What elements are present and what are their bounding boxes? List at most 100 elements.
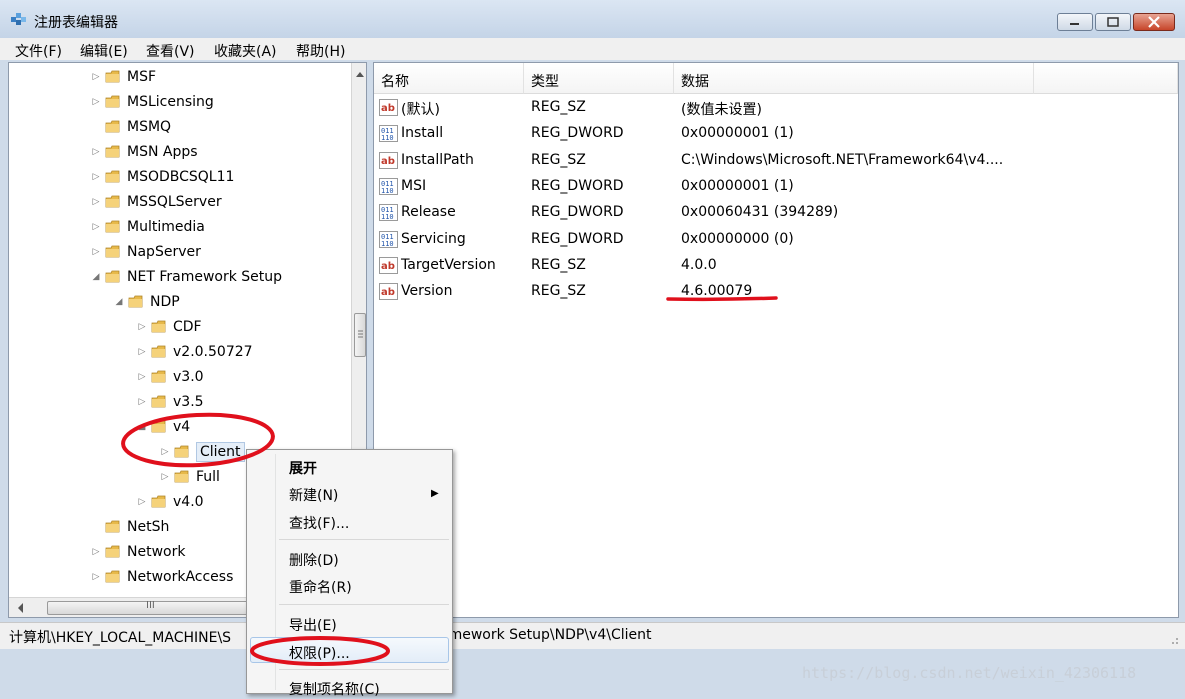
svg-text:110: 110 [381, 134, 394, 142]
expand-arrow-icon[interactable]: ▷ [91, 547, 101, 557]
tree-item-label: MSN Apps [127, 144, 198, 160]
values-pane[interactable]: 名称 类型 数据 ab (默认) REG_SZ (数值未设置) 011 110 Instal… [373, 62, 1179, 618]
scroll-left-icon[interactable] [13, 599, 27, 617]
expand-arrow-icon[interactable]: ▷ [160, 447, 170, 457]
tree-item[interactable]: ▷ NapServer [91, 240, 201, 264]
folder-icon [174, 470, 190, 484]
value-row[interactable]: ab Version REG_SZ 4.6.00079 [374, 279, 1174, 305]
string-value-icon: ab [379, 151, 398, 169]
binary-value-icon: 011 110 [379, 230, 398, 248]
ctx-rename[interactable]: 重命名(R) [289, 577, 352, 597]
expand-arrow-icon[interactable]: ▷ [91, 197, 101, 207]
tree-item[interactable]: ▷ NetworkAccess [91, 565, 234, 589]
expand-arrow-icon[interactable]: ▷ [137, 372, 147, 382]
menu-edit[interactable]: 编辑(E) [80, 41, 128, 61]
resize-grip-icon[interactable] [1166, 632, 1180, 646]
expand-arrow-icon[interactable]: ▷ [91, 172, 101, 182]
expand-arrow-icon[interactable]: ▷ [137, 497, 147, 507]
value-row[interactable]: ab (默认) REG_SZ (数值未设置) [374, 95, 1174, 121]
folder-icon [151, 370, 167, 384]
tree-item[interactable]: ▷ MSLicensing [91, 90, 214, 114]
expand-arrow-icon[interactable]: ▷ [91, 572, 101, 582]
tree-item[interactable]: MSMQ [91, 115, 171, 139]
tree-item[interactable]: ◢ v4 [137, 415, 191, 439]
value-data: 0x00000001 (1) [681, 177, 794, 194]
minimize-icon [1070, 23, 1079, 25]
ctx-new[interactable]: 新建(N) [289, 485, 338, 505]
collapse-arrow-icon[interactable]: ◢ [114, 297, 124, 307]
tree-item[interactable]: ▷ CDF [137, 315, 202, 339]
expand-arrow-icon[interactable]: ▷ [160, 472, 170, 482]
column-header-data[interactable]: 数据 [674, 63, 1034, 94]
column-header-name[interactable]: 名称 [374, 63, 524, 94]
tree-item[interactable]: NetSh [91, 515, 169, 539]
expand-arrow-icon[interactable]: ▷ [91, 97, 101, 107]
value-row[interactable]: ab InstallPath REG_SZ C:\Windows\Microsoft.… [374, 148, 1174, 174]
tree-item[interactable]: ▷ v4.0 [137, 490, 204, 514]
tree-item[interactable]: ◢ NDP [114, 290, 180, 314]
ctx-delete[interactable]: 删除(D) [289, 550, 339, 570]
tree-item-label: v4.0 [173, 494, 204, 510]
maximize-button[interactable] [1095, 13, 1131, 31]
ctx-permissions[interactable]: 权限(P)... [289, 643, 350, 663]
tree-item[interactable]: ▷ v2.0.50727 [137, 340, 253, 364]
folder-icon [151, 345, 167, 359]
tree-item[interactable]: ◢ NET Framework Setup [91, 265, 283, 289]
expand-arrow-icon[interactable]: ▷ [137, 347, 147, 357]
column-header-type[interactable]: 类型 [524, 63, 674, 94]
value-row[interactable]: ab TargetVersion REG_SZ 4.0.0 [374, 253, 1174, 279]
tree-item[interactable]: ▷ Client [160, 440, 245, 464]
folder-icon [151, 395, 167, 409]
tree-item[interactable]: ▷ MSN Apps [91, 140, 198, 164]
context-menu-separator [279, 539, 449, 540]
minimize-button[interactable] [1057, 13, 1093, 31]
collapse-arrow-icon[interactable]: ◢ [137, 422, 147, 432]
expand-arrow-icon[interactable]: ▷ [91, 147, 101, 157]
tree-item-label: v3.5 [173, 394, 204, 410]
expand-arrow-icon[interactable]: ▷ [91, 222, 101, 232]
ctx-expand[interactable]: 展开 [289, 458, 317, 478]
tree-item[interactable]: ▷ v3.0 [137, 365, 204, 389]
close-button[interactable] [1133, 13, 1175, 31]
context-menu: 展开 新建(N) ▶ 查找(F)... 删除(D) 重命名(R) 导出(E) 权… [246, 449, 453, 698]
status-path-left: 计算机\HKEY_LOCAL_MACHINE\S [9, 630, 232, 646]
value-row[interactable]: 011 110 Release REG_DWORD 0x00060431 (394289… [374, 200, 1174, 226]
ctx-find[interactable]: 查找(F)... [289, 513, 349, 533]
expand-arrow-icon[interactable]: ▷ [137, 397, 147, 407]
svg-text:110: 110 [381, 187, 394, 195]
ctx-export[interactable]: 导出(E) [289, 615, 337, 635]
tree-horizontal-scroll-thumb[interactable]: III [47, 600, 261, 615]
folder-icon [151, 320, 167, 334]
value-data: 0x00060431 (394289) [681, 204, 839, 221]
menu-view[interactable]: 查看(V) [146, 41, 195, 61]
value-name: (默认) [401, 102, 440, 118]
folder-icon [105, 195, 121, 209]
expand-arrow-icon[interactable]: ▷ [91, 247, 101, 257]
collapse-arrow-icon[interactable]: ◢ [91, 272, 101, 282]
tree-item[interactable]: ▷ MSODBCSQL11 [91, 165, 235, 189]
grip-label: III [146, 600, 155, 611]
ctx-copy-key-name[interactable]: 复制项名称(C) [289, 679, 380, 699]
tree-item-label: v3.0 [173, 369, 204, 385]
scroll-up-icon[interactable] [352, 67, 367, 81]
expand-arrow-icon[interactable]: ▷ [91, 72, 101, 82]
tree-item[interactable]: ▷ v3.5 [137, 390, 204, 414]
tree-item[interactable]: ▷ MSF [91, 65, 157, 89]
tree-item[interactable]: ▷ Network [91, 540, 186, 564]
menu-help[interactable]: 帮助(H) [296, 41, 345, 61]
tree-item[interactable]: ▷ Full [160, 465, 220, 489]
menu-file[interactable]: 文件(F) [15, 41, 62, 61]
value-row[interactable]: 011 110 Servicing REG_DWORD 0x00000000 (0) [374, 227, 1174, 253]
tree-vertical-scroll-thumb[interactable] [354, 313, 366, 357]
menu-favorites[interactable]: 收藏夹(A) [214, 41, 277, 61]
value-row[interactable]: 011 110 Install REG_DWORD 0x00000001 (1) [374, 121, 1174, 147]
expand-arrow-icon[interactable]: ▷ [137, 322, 147, 332]
tree-item-label: MSMQ [127, 119, 172, 135]
watermark: https://blog.csdn.net/weixin_42306118 [802, 664, 1137, 682]
tree-item[interactable]: ▷ MSSQLServer [91, 190, 222, 214]
close-icon [1148, 16, 1160, 28]
tree-item[interactable]: ▷ Multimedia [91, 215, 205, 239]
string-value-icon: ab [379, 99, 398, 116]
value-row[interactable]: 011 110 MSI REG_DWORD 0x00000001 (1) [374, 174, 1174, 200]
title-bar: 注册表编辑器 [0, 0, 1185, 38]
